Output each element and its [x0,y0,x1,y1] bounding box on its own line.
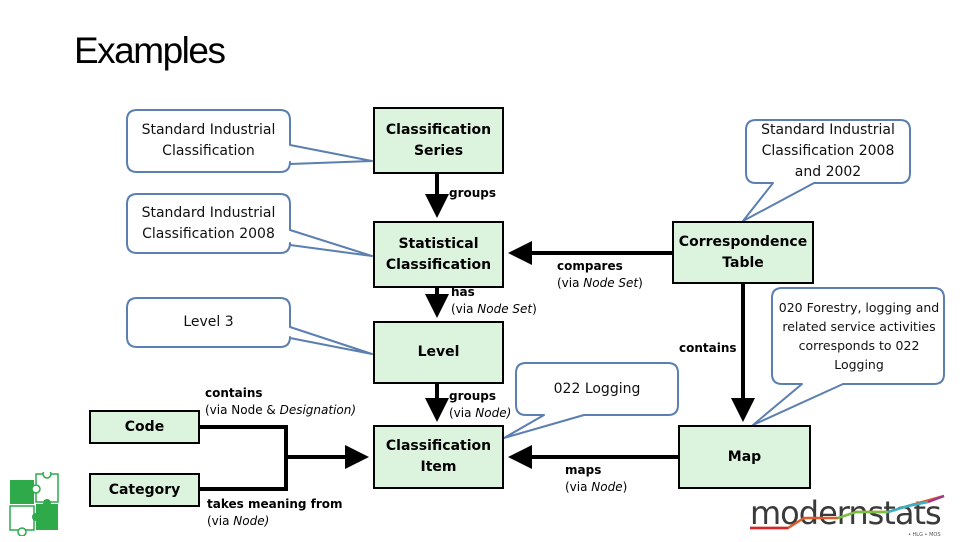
puzzle-icon [9,472,59,536]
label-has-via: (via [451,302,478,316]
label-contains-map-verb: contains [679,341,737,355]
modernstats-logo: modernstats • HLG • MOS [748,490,948,542]
box-level[interactable]: Level [373,321,504,384]
label-groups: groups [449,185,496,202]
label-compares-term: Node Set [583,276,639,290]
label-has-verb: has [451,285,475,299]
category-connector [200,457,288,491]
box-category[interactable]: Category [89,473,200,507]
label-groups-node-verb: groups [449,389,497,403]
label-has-suffix: ) [532,302,537,316]
code-connector [200,425,288,457]
label-contains-code-verb: contains [205,386,263,400]
box-code[interactable]: Code [89,410,200,444]
logo-subtitle: • HLG • MOS [908,532,941,538]
label-maps: maps (via Node) [565,462,627,496]
label-maps-term: Node [591,480,623,494]
label-groups-node-via: (via [449,406,476,420]
label-compares: compares (via Node Set) [557,258,643,292]
label-compares-via: (via [557,276,584,290]
box-classification-series[interactable]: Classification Series [373,107,504,174]
label-contains-code-term: Designation) [279,403,357,417]
callout-sic: Standard Industrial Classification [141,122,276,159]
modernstats-logo-graphic: modernstats • HLG • MOS [750,494,945,538]
label-has-term: Node Set [477,302,533,316]
label-compares-verb: compares [557,259,623,273]
label-takes-meaning-via: (via [207,514,234,528]
box-map[interactable]: Map [678,425,811,489]
label-contains-code-via: (via Node & [205,403,280,417]
callout-logging: 022 Logging [553,380,641,397]
box-classification-item[interactable]: Classification Item [373,425,504,489]
callout-sic-2008-2002: Standard Industrial Classification 2008 … [761,122,895,180]
box-statistical-classification[interactable]: Statistical Classification [373,221,504,288]
label-maps-suffix: ) [622,480,628,494]
label-groups-node-term: Node) [475,406,512,420]
label-maps-verb: maps [565,463,602,477]
label-takes-meaning-verb: takes meaning from [207,497,343,511]
label-contains-map: contains [679,340,737,357]
box-correspondence-table[interactable]: Correspondence Table [672,221,814,284]
label-has: has (via Node Set) [451,284,537,318]
label-contains-code: contains (via Node & Designation) [205,385,356,419]
callout-level-3: Level 3 [183,314,234,330]
label-groups-node: groups (via Node) [449,388,511,422]
callout-forestry: 020 Forestry, logging and related servic… [778,300,940,372]
label-compares-suffix: ) [638,276,643,290]
callout-sic-2008: Standard Industrial Classification 2008 [141,204,276,242]
label-groups-verb: groups [449,186,497,200]
label-takes-meaning: takes meaning from (via Node) [207,496,343,530]
logo-wordmark: modernstats [750,494,941,532]
label-takes-meaning-term: Node) [233,514,270,528]
label-maps-via: (via [565,480,592,494]
